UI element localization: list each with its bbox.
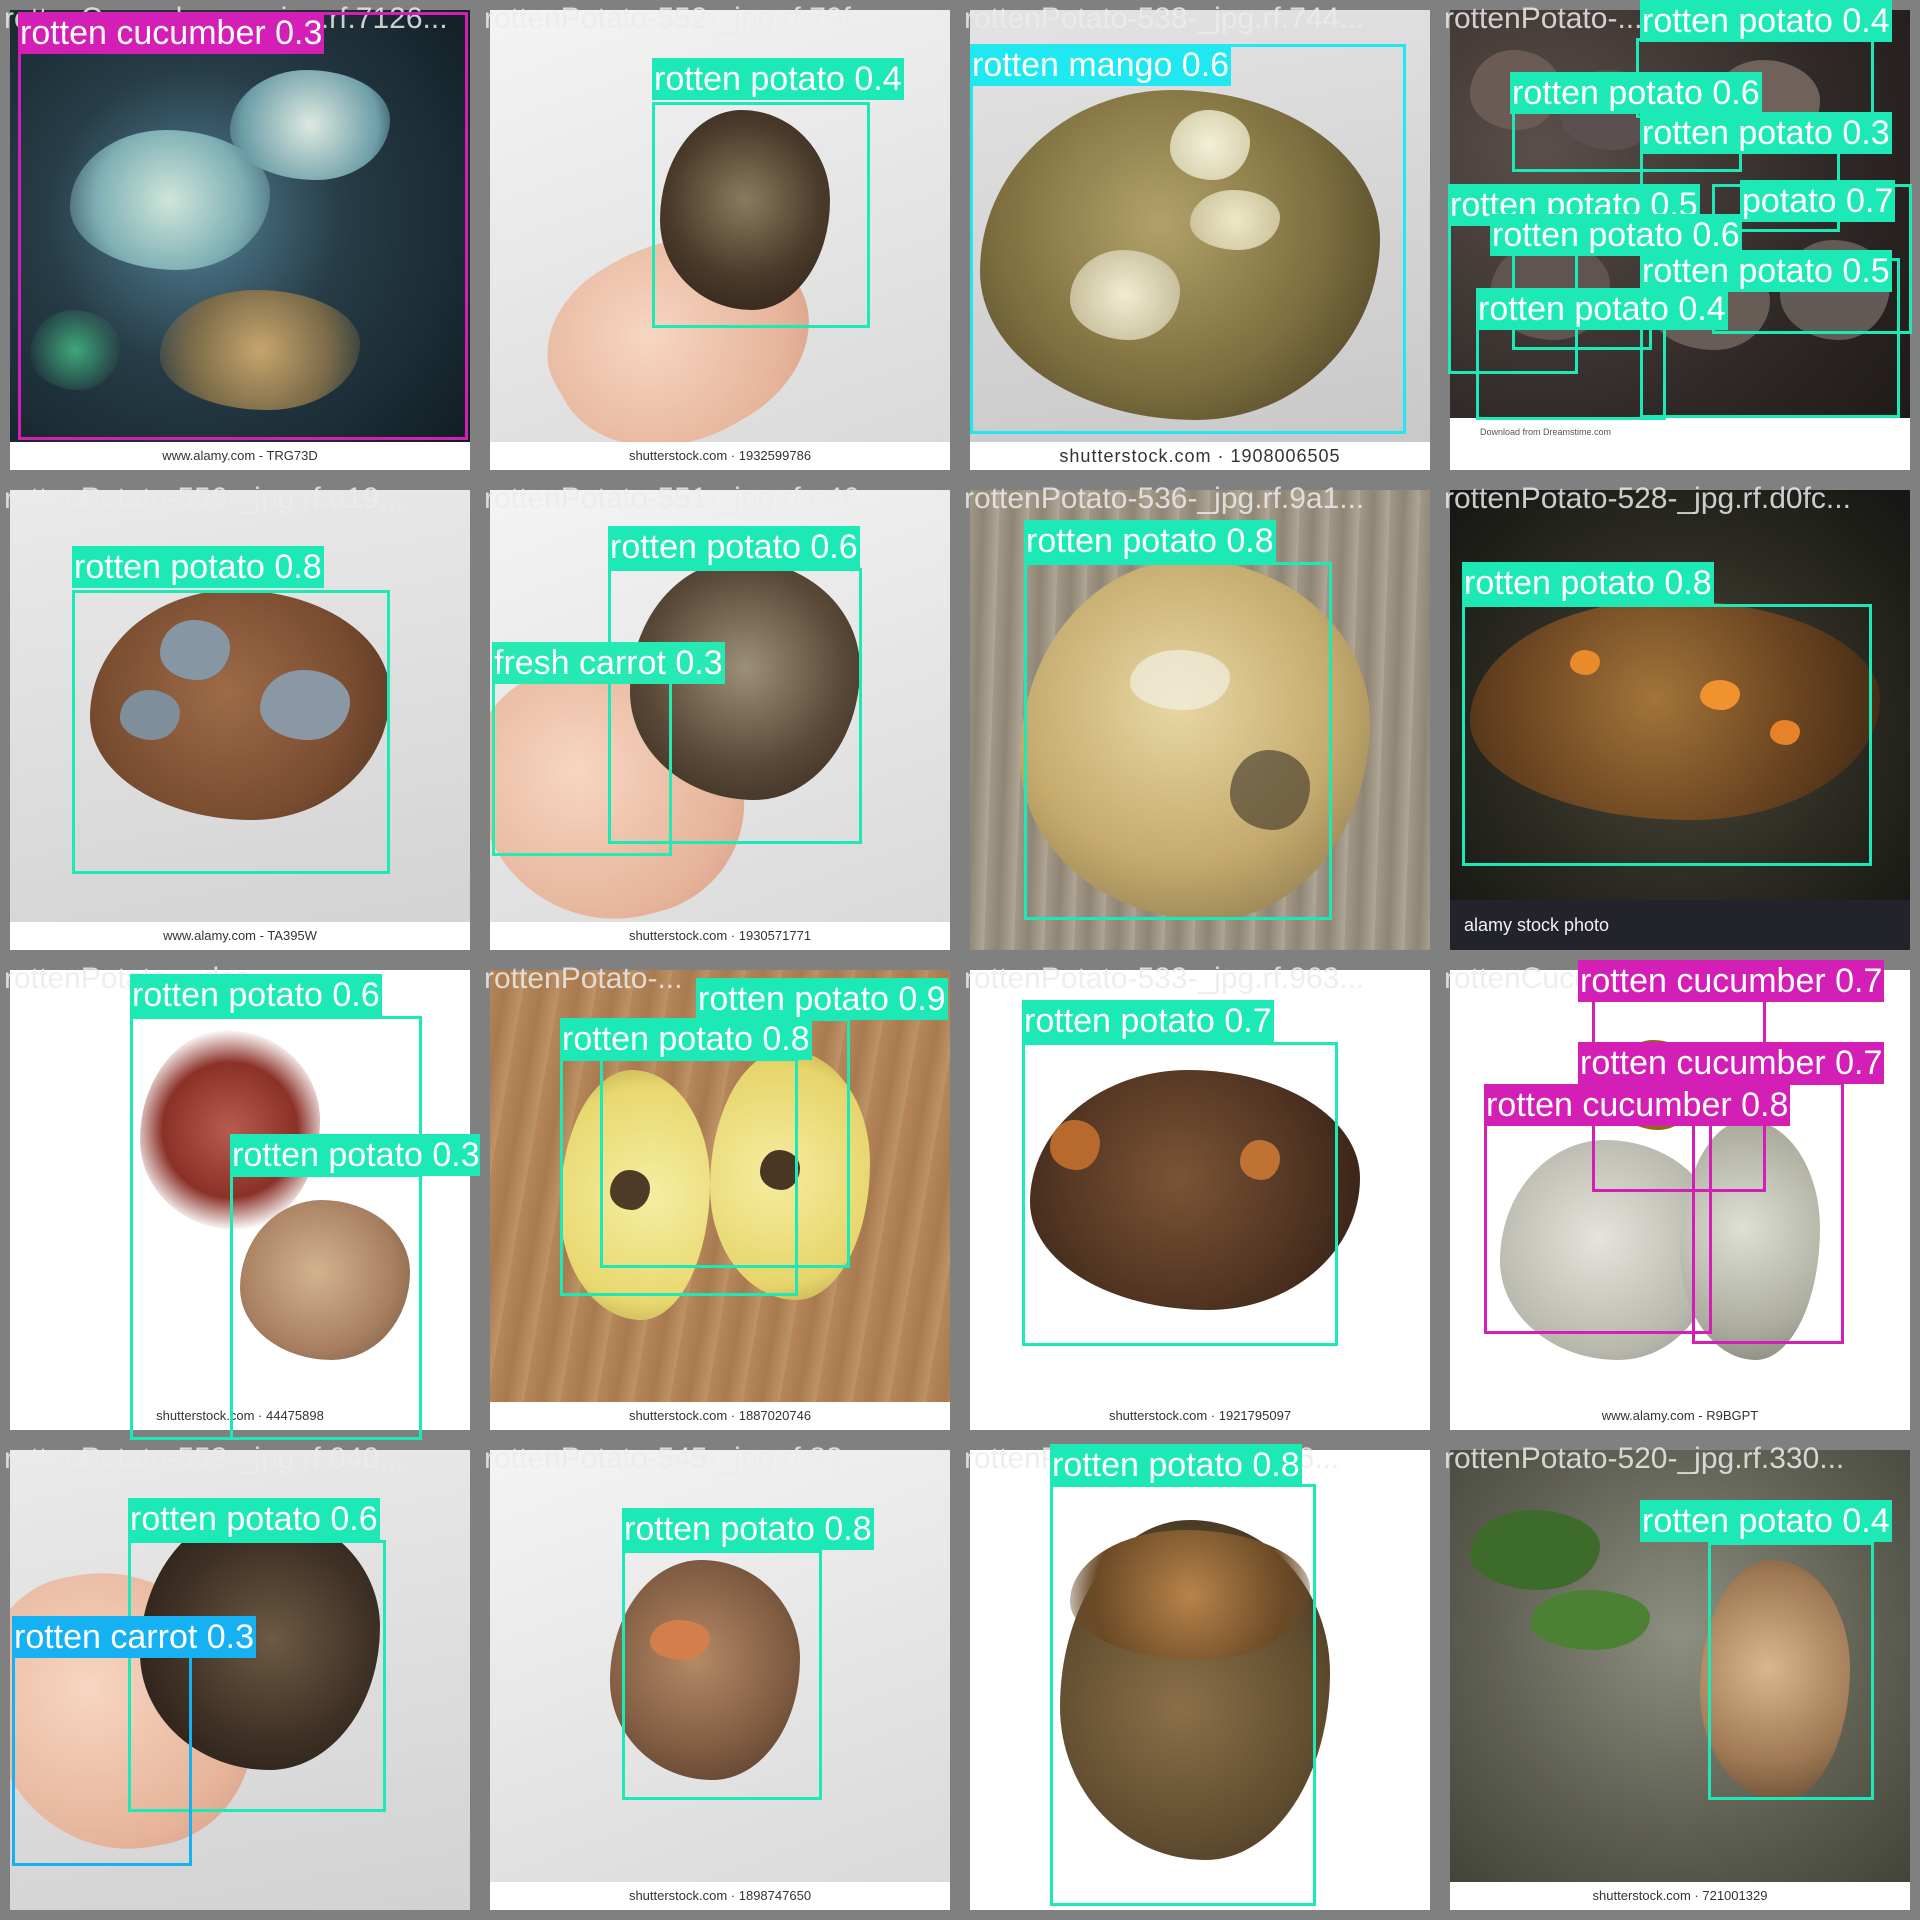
detection-box bbox=[72, 590, 390, 874]
grid-tile: Download from Dreamstime.com rottenPotat… bbox=[1440, 0, 1920, 480]
grid-tile: rottenPotato-536-_jpg.rf.9a1... rotten p… bbox=[960, 480, 1440, 960]
detection-label: rotten cucumber 0.3 bbox=[18, 12, 325, 54]
grid-tile: shutterstock.com · 1908006505 rottenPota… bbox=[960, 0, 1440, 480]
detection-box bbox=[1050, 1484, 1316, 1906]
detection-label: rotten potato 0.6 bbox=[130, 974, 382, 1016]
detection-label: rotten potato 0.7 bbox=[1022, 1000, 1274, 1042]
detection-label: rotten cucumber 0.7 bbox=[1578, 960, 1885, 1002]
detection-label: fresh carrot 0.3 bbox=[492, 642, 725, 684]
watermark: www.alamy.com - TA395W bbox=[10, 922, 470, 950]
watermark: shutterstock.com · 1908006505 bbox=[970, 442, 1430, 470]
detection-box bbox=[970, 44, 1406, 434]
grid-tile: shutterstock.com · 44475898 rotten Potato… bbox=[0, 960, 480, 1440]
watermark: shutterstock.com · 1921795097 bbox=[970, 1402, 1430, 1430]
grid-tile: shutterstock.com · 1887020746 rottenPota… bbox=[480, 960, 960, 1440]
detection-label: rotten cucumber 0.7 bbox=[1578, 1042, 1885, 1084]
detection-grid: www.alamy.com - TRG73D rottenCucumber-..… bbox=[0, 0, 1920, 1920]
detection-label: rotten potato 0.8 bbox=[1462, 562, 1714, 604]
detection-box bbox=[1708, 1542, 1874, 1800]
detection-label: rotten potato 0.6 bbox=[608, 526, 860, 568]
detection-box bbox=[652, 102, 870, 328]
grid-tile: www.alamy.com - R9BGPT rottenCucumber-..… bbox=[1440, 960, 1920, 1440]
detection-label: rotten potato 0.9 bbox=[696, 978, 948, 1020]
detection-label: rotten potato 0.8 bbox=[622, 1508, 874, 1550]
grid-tile: shutterstock.com · 1921795097 rottenPota… bbox=[960, 960, 1440, 1440]
watermark: shutterstock.com · 1930571771 bbox=[490, 922, 950, 950]
watermark: Download from Dreamstime.com bbox=[1450, 418, 1910, 470]
detection-label: rotten potato 0.6 bbox=[1510, 72, 1762, 114]
detection-label: rotten potato 0.3 bbox=[230, 1134, 480, 1176]
grid-tile: shutterstock.com · 1932599786 rottenPota… bbox=[480, 0, 960, 480]
detection-label: rotten potato 0.8 bbox=[560, 1018, 812, 1060]
detection-box bbox=[1024, 562, 1332, 920]
watermark: alamy stock photo bbox=[1450, 900, 1910, 950]
detection-label: rotten potato 0.8 bbox=[72, 546, 324, 588]
detection-label: rotten potato 0.4 bbox=[652, 58, 904, 100]
watermark: www.alamy.com - TRG73D bbox=[10, 442, 470, 470]
detection-box bbox=[12, 1654, 192, 1866]
detection-label: rotten mango 0.6 bbox=[970, 44, 1232, 86]
detection-box bbox=[1462, 604, 1872, 866]
watermark: shutterstock.com · 1898747650 bbox=[490, 1882, 950, 1910]
detection-label: rotten potato 0.5 bbox=[1640, 250, 1892, 292]
watermark: shutterstock.com · 1887020746 bbox=[490, 1402, 950, 1430]
detection-box bbox=[492, 680, 672, 856]
detection-label: rotten potato 0.8 bbox=[1050, 1444, 1302, 1486]
detection-label: rotten potato 0.4 bbox=[1640, 0, 1892, 42]
grid-tile: www.alamy.com - TRG73D rottenCucumber-..… bbox=[0, 0, 480, 480]
detection-label: potato 0.7 bbox=[1740, 180, 1896, 222]
watermark: shutterstock.com · 1932599786 bbox=[490, 442, 950, 470]
grid-tile: rottenPotato-553-_jpg.rf.040... rotten p… bbox=[0, 1440, 480, 1920]
grid-tile: shutterstock.com · 721001329 rottenPotat… bbox=[1440, 1440, 1920, 1920]
detection-label: rotten potato 0.3 bbox=[1640, 112, 1892, 154]
grid-tile: alamy stock photo rottenPotato-528-_jpg.… bbox=[1440, 480, 1920, 960]
detection-label: rotten cucumber 0.8 bbox=[1484, 1084, 1791, 1126]
grid-tile: rottenPotato-...-_jpg.rf.866... rotten p… bbox=[960, 1440, 1440, 1920]
detection-box bbox=[1022, 1042, 1338, 1346]
detection-box bbox=[230, 1174, 422, 1440]
grid-tile: shutterstock.com · 1898747650 rottenPota… bbox=[480, 1440, 960, 1920]
detection-label: rotten potato 0.6 bbox=[128, 1498, 380, 1540]
watermark: www.alamy.com - R9BGPT bbox=[1450, 1402, 1910, 1430]
watermark: shutterstock.com · 721001329 bbox=[1450, 1882, 1910, 1910]
detection-box bbox=[18, 12, 468, 440]
detection-label: rotten potato 0.8 bbox=[1024, 520, 1276, 562]
detection-box bbox=[622, 1550, 822, 1800]
detection-label: rotten carrot 0.3 bbox=[12, 1616, 257, 1658]
detection-label: rotten potato 0.4 bbox=[1640, 1500, 1892, 1542]
detection-label: rotten potato 0.4 bbox=[1476, 288, 1728, 330]
grid-tile: shutterstock.com · 1930571771 rottenPota… bbox=[480, 480, 960, 960]
grid-tile: www.alamy.com - TA395W rottenPotato-556-… bbox=[0, 480, 480, 960]
